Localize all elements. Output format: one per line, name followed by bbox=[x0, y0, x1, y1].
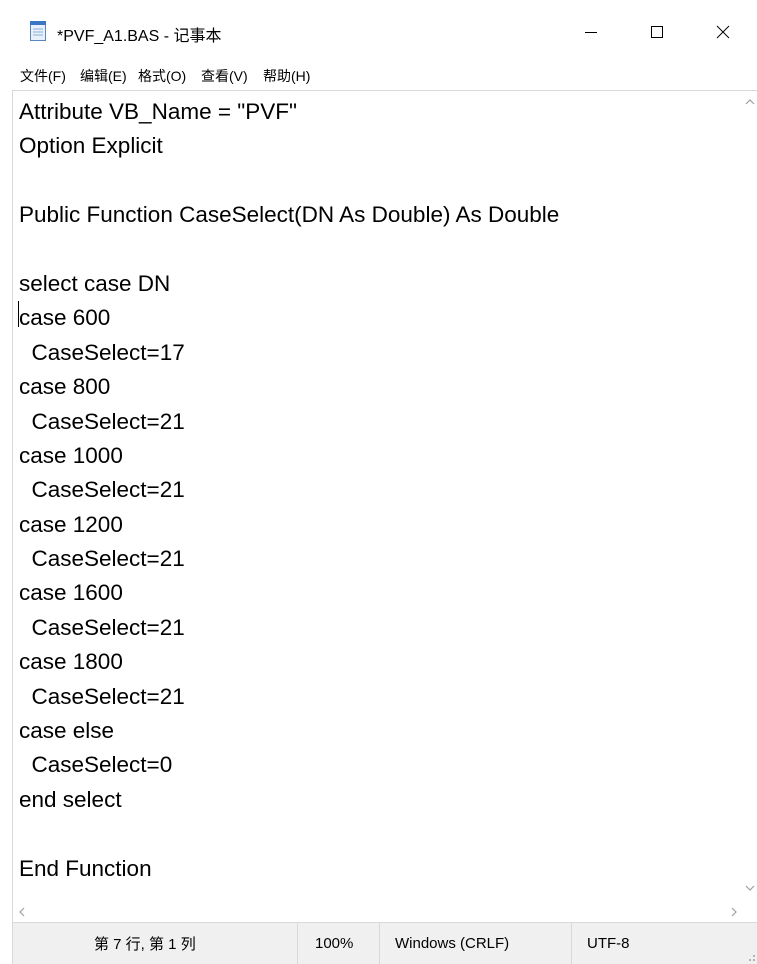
code-line: End Function bbox=[19, 855, 152, 881]
code-line: end select bbox=[19, 786, 122, 812]
close-button[interactable] bbox=[698, 12, 748, 52]
encoding: UTF-8 bbox=[587, 935, 630, 952]
code-line: Attribute VB_Name = "PVF" bbox=[19, 99, 297, 124]
minimize-button[interactable] bbox=[566, 12, 616, 52]
close-icon bbox=[716, 25, 730, 39]
menu-bar: 文件(F) 编辑(E) 格式(O) 查看(V) 帮助(H) bbox=[0, 62, 757, 90]
code-line: Public Function CaseSelect(DN As Double)… bbox=[19, 202, 560, 228]
resize-grip-icon[interactable] bbox=[744, 950, 756, 962]
menu-format[interactable]: 格式(O) bbox=[138, 66, 186, 86]
code-line: case 1800 bbox=[19, 649, 123, 675]
status-bar: 第 7 行, 第 1 列 100% Windows (CRLF) UTF-8 bbox=[12, 922, 757, 964]
code-line: Option Explicit bbox=[19, 133, 163, 159]
title-bar[interactable]: *PVF_A1.BAS - 记事本 bbox=[0, 0, 757, 62]
vertical-scrollbar[interactable] bbox=[741, 91, 757, 903]
scroll-right-icon[interactable] bbox=[729, 907, 739, 917]
code-line: case else bbox=[19, 718, 115, 744]
code-line: CaseSelect=21 bbox=[19, 546, 185, 572]
menu-file[interactable]: 文件(F) bbox=[20, 66, 66, 86]
notepad-window: *PVF_A1.BAS - 记事本 文件(F) 编辑(E) 格式(O) 查看(V… bbox=[0, 0, 757, 964]
cursor-position: 第 7 行, 第 1 列 bbox=[94, 936, 196, 953]
window-title: *PVF_A1.BAS - 记事本 bbox=[57, 28, 222, 45]
text-editor[interactable]: Attribute VB_Name = "PVF" Option Explici… bbox=[12, 90, 757, 903]
menu-help[interactable]: 帮助(H) bbox=[263, 66, 310, 86]
code-line: case 1600 bbox=[19, 580, 123, 606]
code-line: case 1000 bbox=[19, 442, 123, 468]
code-line: CaseSelect=21 bbox=[19, 683, 185, 709]
minimize-icon bbox=[585, 32, 597, 33]
menu-edit[interactable]: 编辑(E) bbox=[80, 66, 127, 86]
code-line: CaseSelect=21 bbox=[19, 477, 185, 503]
code-line: CaseSelect=0 bbox=[19, 752, 173, 778]
editor-text-area[interactable]: Attribute VB_Name = "PVF" Option Explici… bbox=[19, 95, 734, 886]
status-separator bbox=[297, 923, 298, 964]
code-line: CaseSelect=21 bbox=[19, 408, 185, 434]
code-line: select case DN bbox=[19, 270, 171, 296]
status-separator bbox=[571, 923, 572, 964]
horizontal-scrollbar[interactable] bbox=[12, 902, 757, 922]
status-separator bbox=[379, 923, 380, 964]
notepad-icon bbox=[30, 21, 47, 41]
code-line: case 600 bbox=[19, 305, 111, 331]
code-line: case 800 bbox=[19, 374, 111, 400]
scroll-left-icon[interactable] bbox=[17, 907, 27, 917]
scroll-up-icon[interactable] bbox=[745, 97, 755, 107]
code-line: CaseSelect=17 bbox=[19, 339, 185, 365]
code-line: CaseSelect=21 bbox=[19, 614, 185, 640]
menu-view[interactable]: 查看(V) bbox=[201, 66, 248, 86]
line-ending: Windows (CRLF) bbox=[395, 935, 510, 952]
scroll-down-icon[interactable] bbox=[745, 883, 755, 893]
code-line: case 1200 bbox=[19, 511, 123, 537]
maximize-button[interactable] bbox=[632, 12, 682, 52]
maximize-icon bbox=[651, 26, 663, 38]
text-caret bbox=[18, 301, 19, 327]
zoom-level: 100% bbox=[315, 935, 354, 952]
